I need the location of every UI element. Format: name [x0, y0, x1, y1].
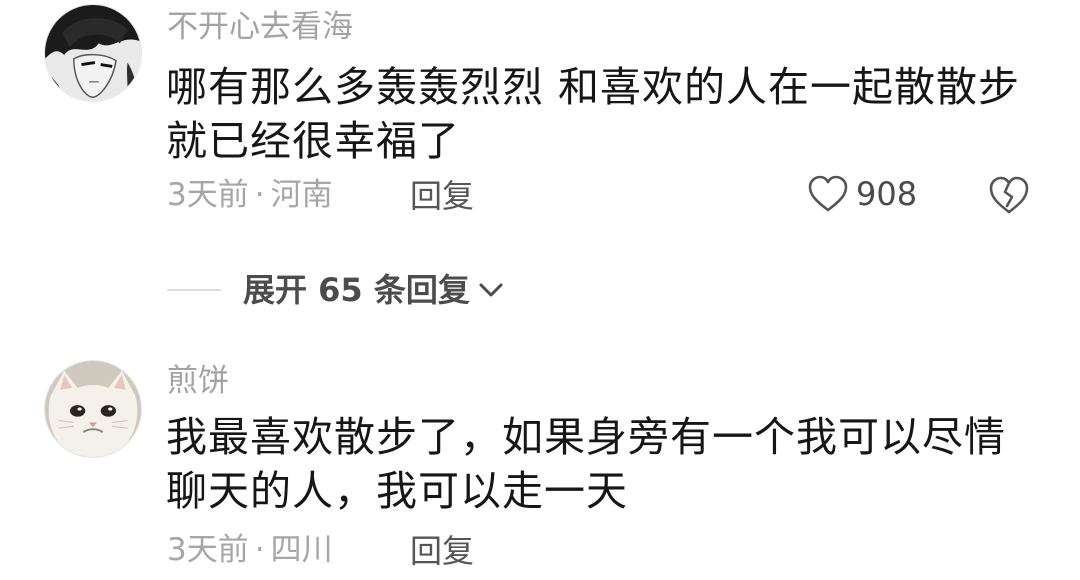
comment-time: 3天前	[167, 177, 249, 213]
comment-text-line: 就已经很幸福了	[166, 117, 460, 165]
comment-username[interactable]: 煎饼	[167, 366, 229, 397]
like-button[interactable]: 908	[806, 174, 917, 214]
anime-character-avatar-icon	[45, 5, 141, 101]
comment-text-line: 我最喜欢散步了，如果身旁有一个我可以尽情	[166, 413, 1006, 461]
reply-button[interactable]: 回复	[410, 535, 474, 567]
cat-avatar-icon	[45, 361, 141, 457]
broken-heart-icon	[989, 176, 1029, 214]
meta-separator: ·	[254, 177, 265, 213]
dislike-button[interactable]	[986, 174, 1032, 220]
comment-location: 河南	[270, 177, 333, 213]
avatar[interactable]	[44, 360, 142, 458]
expand-replies-button[interactable]: 展开 65 条回复	[167, 274, 506, 306]
comment-username[interactable]: 不开心去看海	[167, 12, 353, 43]
comment-time: 3天前	[167, 532, 249, 568]
comment-meta: 3天前 · 四川	[167, 535, 333, 566]
divider-line	[167, 289, 221, 291]
expand-replies-label: 展开 65 条回复	[243, 271, 470, 309]
avatar[interactable]	[44, 4, 142, 102]
comment-text: 我最喜欢散步了，如果身旁有一个我可以尽情 聊天的人，我可以走一天	[166, 410, 1006, 518]
like-count: 908	[856, 175, 918, 213]
meta-separator: ·	[254, 532, 265, 568]
heart-outline-icon	[808, 175, 848, 212]
comment-list: 不开心去看海 哪有那么多轰轰烈烈 和喜欢的人在一起散散步 就已经很幸福了 3天前…	[0, 0, 1080, 580]
comment-text-line: 哪有那么多轰轰烈烈 和喜欢的人在一起散散步	[166, 63, 1021, 111]
comment-meta: 3天前 · 河南	[167, 180, 333, 211]
comment-text-line: 聊天的人，我可以走一天	[166, 467, 628, 515]
chevron-down-icon	[479, 283, 503, 297]
comment-text: 哪有那么多轰轰烈烈 和喜欢的人在一起散散步 就已经很幸福了	[166, 60, 1020, 168]
comment-location: 四川	[270, 532, 333, 568]
reply-button[interactable]: 回复	[410, 180, 474, 212]
